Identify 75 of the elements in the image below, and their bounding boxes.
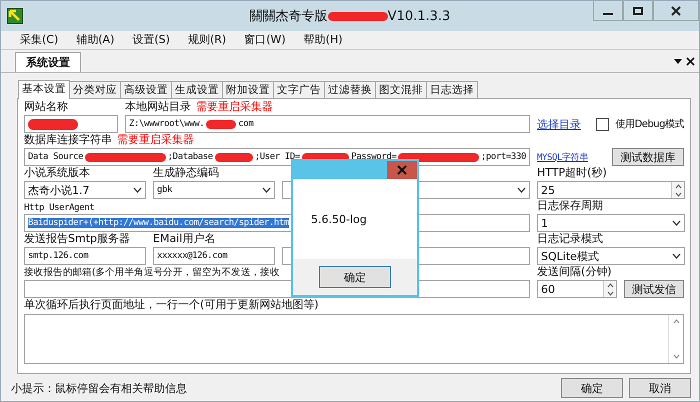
field-label: HTTP超时(秒) [537, 165, 607, 180]
ok-button[interactable]: 确定 [561, 378, 623, 398]
field-label: EMail用户名 [153, 231, 216, 246]
redaction-mark [206, 120, 236, 128]
field-value: com [238, 119, 254, 129]
field-label: 本地网站目录 [125, 99, 191, 114]
field-label: 日志保存周期 [537, 198, 603, 213]
field-value: Data Source [28, 152, 84, 162]
field-label: 小说系统版本 [24, 165, 91, 180]
encoding-dropdown[interactable]: gbk [153, 181, 275, 199]
chevron-down-icon [517, 187, 526, 193]
redaction-mark [214, 152, 253, 162]
version-dropdown[interactable]: 杰奇小说1.7 [24, 181, 146, 199]
close-button[interactable] [653, 1, 699, 21]
settings-tab[interactable]: 日志选择 [426, 81, 478, 98]
chevron-down-icon [672, 220, 681, 226]
redaction-mark [28, 118, 78, 130]
menu-item[interactable]: 辅助(A) [67, 32, 124, 46]
field-label: 接收报告的邮箱(多个用半角逗号分开，留空为不发送，接收 [24, 267, 280, 278]
directory-field[interactable]: Z:\wwwroot\www. com [125, 115, 530, 133]
field-label: 数据库连接字符串 [24, 132, 112, 147]
smtp-field[interactable]: smtp.126.com [24, 247, 146, 265]
checkbox-label: 使用Debug模式 [616, 118, 684, 131]
chevron-down-icon [672, 253, 681, 259]
redaction-mark [328, 12, 388, 20]
chevron-down-icon [133, 187, 142, 193]
close-icon[interactable] [686, 57, 695, 66]
ok-button[interactable]: 确定 [319, 266, 391, 288]
window-title: V10.1.3.3 [388, 8, 450, 24]
dialog-message: 5.6.50-log [311, 212, 367, 226]
checkbox[interactable] [596, 118, 609, 130]
warning-note: 需要重启采集器 [117, 132, 194, 147]
maximize-icon [633, 6, 643, 14]
document-tab[interactable]: 系统设置 [15, 52, 81, 72]
mysql-string-link[interactable]: MYSQL字符串 [537, 150, 588, 164]
minimize-button[interactable] [593, 1, 623, 21]
field-label: 日志记录模式 [537, 231, 603, 246]
field-label: 发送报告Smtp服务器 [24, 231, 131, 246]
field-label: 生成静态编码 [153, 165, 220, 180]
settings-tab[interactable]: 基本设置 [18, 80, 70, 99]
field-value: ;User ID= [254, 152, 300, 162]
field-label: 网站名称 [24, 99, 69, 114]
cancel-button[interactable]: 取消 [629, 378, 691, 398]
window-title: 關關杰奇专版 [250, 8, 328, 25]
log-period-dropdown[interactable]: 1 [537, 214, 685, 232]
log-mode-dropdown[interactable]: SQLite模式 [537, 247, 685, 265]
hint-text: 小提示：鼠标停留会有相关帮助信息 [11, 380, 187, 396]
menu-item[interactable]: 设置(S) [123, 32, 179, 46]
menu-item[interactable]: 采集(C) [11, 32, 68, 46]
site-name-field[interactable] [24, 115, 118, 133]
field-value: Z:\wwwroot\www. [129, 119, 204, 129]
browse-link[interactable]: 选择目录 [537, 116, 581, 132]
timeout-spinbox[interactable]: 25 [537, 181, 685, 199]
test-database-button[interactable]: 测试数据库 [612, 148, 684, 166]
maximize-button[interactable] [623, 1, 653, 21]
menu-item[interactable]: 窗口(W) [235, 32, 295, 46]
warning-note: 需要重启采集器 [196, 99, 273, 114]
field-label: Http UserAgent [24, 203, 94, 213]
connection-string-field[interactable]: Data Source ;Database ;User ID= Password= ;port=330 [24, 148, 530, 166]
interval-spinbox[interactable]: 60 [537, 280, 617, 298]
field-label: 单次循环后执行页面地址，一行一个(可用于更新网站地图等) [24, 297, 319, 312]
email-field[interactable]: xxxxxx@126.com [153, 247, 275, 265]
field-value: ;Database [168, 152, 213, 162]
test-mail-button[interactable]: 测试发信 [624, 280, 684, 298]
minimize-icon [603, 12, 613, 14]
app-icon [7, 8, 23, 24]
chevron-down-icon [262, 187, 271, 193]
close-icon [671, 6, 681, 16]
close-icon [397, 165, 407, 175]
field-value: ;port=330 [480, 152, 526, 162]
field-value: Password= [351, 152, 396, 162]
menu-item[interactable]: 规则(R) [178, 32, 236, 46]
menu-item[interactable]: 帮助(H) [294, 32, 352, 46]
field-label: 发送间隔(分钟) [537, 264, 612, 279]
dropdown-icon[interactable] [674, 58, 682, 64]
